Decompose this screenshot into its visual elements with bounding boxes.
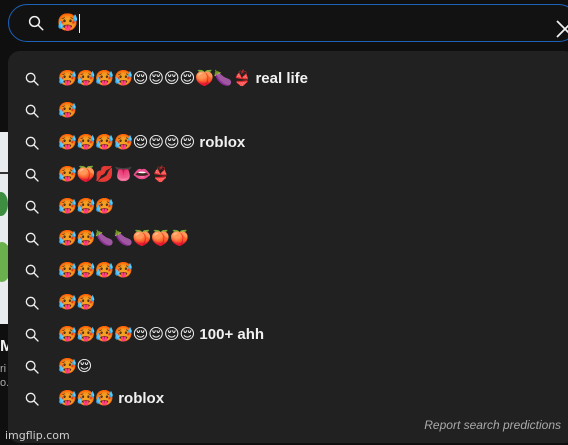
watermark: imgflip.com: [5, 429, 70, 442]
search-icon: [24, 263, 40, 279]
search-query-text: 🥵: [57, 13, 79, 32]
search-icon: [24, 103, 40, 119]
suggestion-emoji: 🥵🥵🍆🍆🍑🍑🍑: [58, 230, 189, 247]
search-icon: [24, 231, 40, 247]
suggestion-emoji: 🥵🥵🥵🥵😌😌😌😌: [58, 134, 196, 151]
search-suggestion[interactable]: 🥵🥵🥵🥵😌😌😌😌 roblox: [8, 127, 568, 159]
suggestion-emoji: 🥵🥵🥵🥵😌😌😌😌: [58, 326, 196, 343]
suggestion-text: 🥵🥵🥵🥵: [58, 261, 133, 281]
search-input[interactable]: 🥵: [57, 13, 81, 33]
search-icon: [24, 167, 40, 183]
suggestion-label: 100+ ahh: [195, 326, 265, 343]
search-suggestion[interactable]: 🥵: [8, 95, 568, 127]
search-suggestion[interactable]: 🥵🍑💋👅👄👙: [8, 159, 568, 191]
suggestion-label: real life: [251, 70, 308, 87]
suggestion-label: roblox: [195, 134, 246, 151]
close-icon: [556, 20, 568, 38]
suggestion-emoji: 🥵🥵: [58, 294, 96, 311]
suggestion-emoji: 🥵😌: [58, 358, 93, 375]
clear-search-button[interactable]: [555, 19, 568, 39]
suggestion-text: 🥵🍑💋👅👄👙: [58, 165, 170, 185]
search-icon: [24, 71, 40, 87]
search-suggestion[interactable]: 🥵🥵: [8, 287, 568, 319]
report-search-predictions-link[interactable]: Report search predictions: [424, 418, 561, 432]
suggestion-text: 🥵🥵🥵🥵😌😌😌😌 100+ ahh: [58, 325, 264, 345]
search-icon: [27, 14, 45, 32]
search-icon: [24, 391, 40, 407]
suggestion-text: 🥵🥵🍆🍆🍑🍑🍑: [58, 229, 189, 249]
search-suggestion[interactable]: 🥵🥵🥵🥵😌😌😌😌🍑🍆👙 real life: [8, 63, 568, 95]
suggestion-text: 🥵🥵: [58, 293, 95, 313]
suggestion-text: 🥵: [58, 101, 77, 121]
text-caret: [79, 13, 81, 33]
search-suggestion[interactable]: 🥵🥵🥵 roblox: [8, 383, 568, 415]
suggestion-emoji: 🥵🍑💋👅👄👙: [58, 166, 171, 183]
suggestion-text: 🥵🥵🥵🥵😌😌😌😌🍑🍆👙 real life: [58, 69, 308, 89]
suggestion-text: 🥵🥵🥵🥵😌😌😌😌 roblox: [58, 133, 245, 153]
search-suggestion[interactable]: 🥵🥵🍆🍆🍑🍑🍑: [8, 223, 568, 255]
search-suggestion[interactable]: 🥵🥵🥵🥵😌😌😌😌 100+ ahh: [8, 319, 568, 351]
search-suggestions-dropdown: 🥵🥵🥵🥵😌😌😌😌🍑🍆👙 real life 🥵 🥵🥵🥵🥵😌😌😌😌 roblox 🥵🍑💋…: [8, 51, 568, 443]
search-icon: [24, 295, 40, 311]
search-icon: [24, 135, 40, 151]
search-icon: [24, 327, 40, 343]
suggestion-emoji: 🥵🥵🥵: [58, 390, 115, 407]
search-bar[interactable]: 🥵: [8, 4, 568, 42]
search-suggestion[interactable]: 🥵🥵🥵🥵: [8, 255, 568, 287]
search-icon: [24, 359, 40, 375]
suggestion-text: 🥵🥵🥵 roblox: [58, 389, 164, 409]
suggestion-text: 🥵😌: [58, 357, 92, 377]
suggestion-emoji: 🥵: [58, 102, 77, 119]
suggestion-text: 🥵🥵🥵: [58, 197, 114, 217]
suggestion-emoji: 🥵🥵🥵: [58, 198, 115, 215]
search-suggestion[interactable]: 🥵😌: [8, 351, 568, 383]
search-suggestion[interactable]: 🥵🥵🥵: [8, 191, 568, 223]
suggestion-emoji: 🥵🥵🥵🥵😌😌😌😌🍑🍆👙: [58, 70, 252, 87]
suggestion-label: roblox: [114, 390, 165, 407]
suggestion-emoji: 🥵🥵🥵🥵: [58, 262, 133, 279]
search-icon: [24, 199, 40, 215]
